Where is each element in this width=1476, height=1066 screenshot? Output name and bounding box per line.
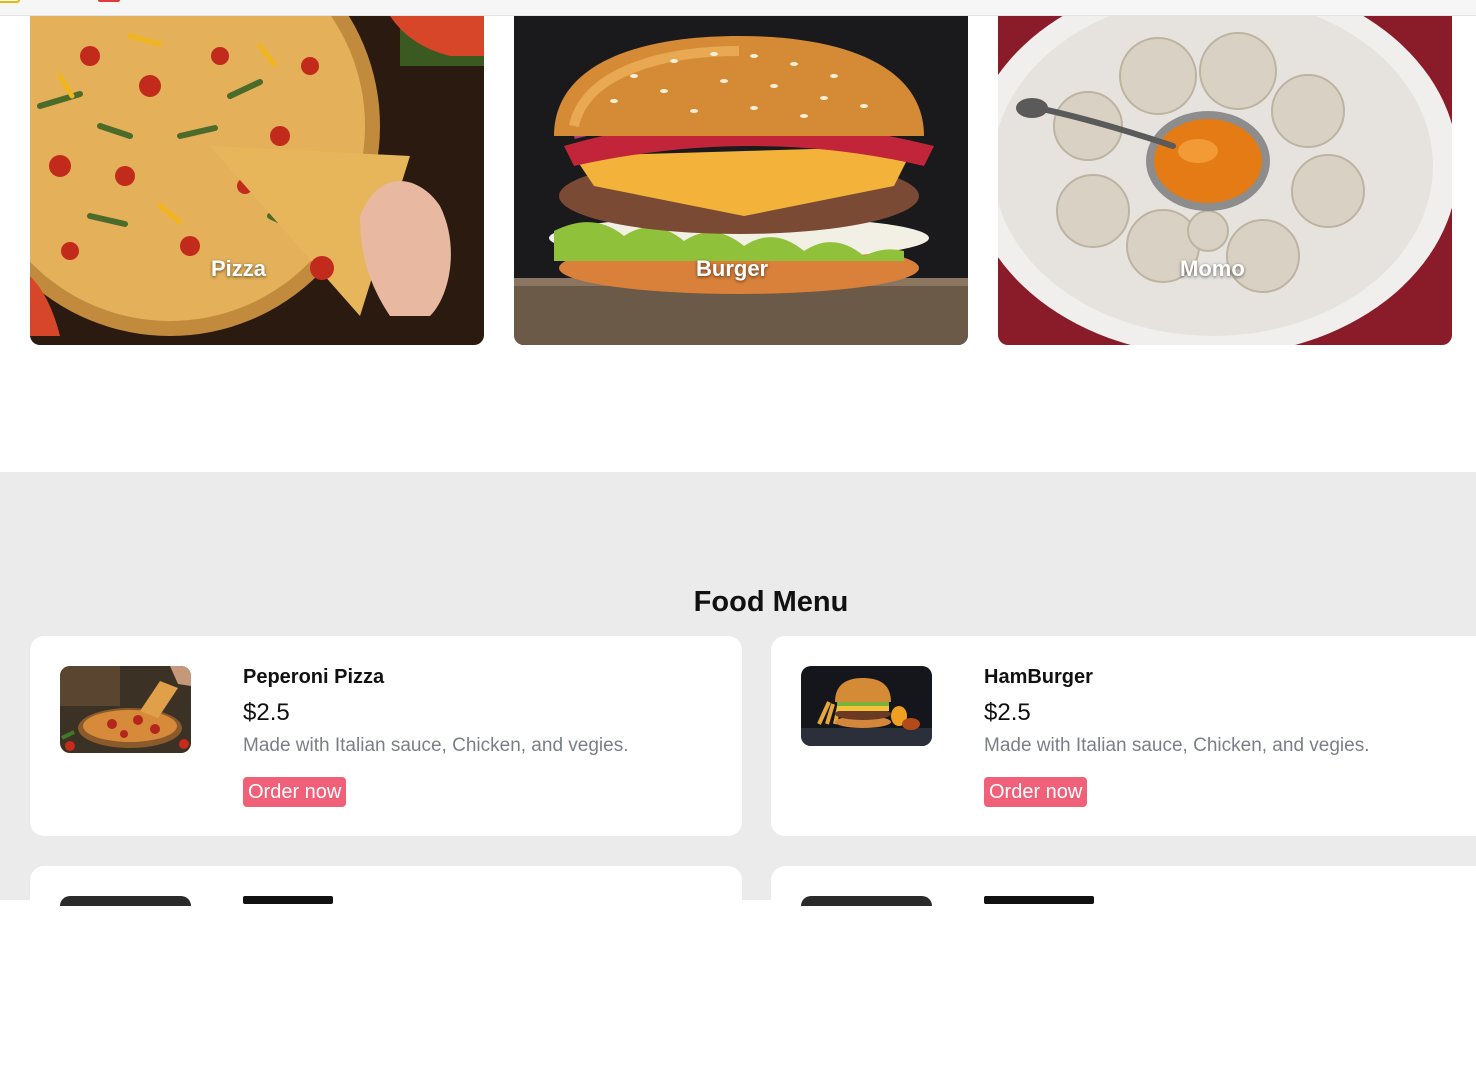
- food-menu-section: Food Menu Peperoni Pizza $2.5 Made with …: [0, 472, 1476, 1066]
- menu-item-description: Made with Italian sauce, Chicken, and ve…: [243, 735, 629, 756]
- category-card-momo[interactable]: Momo: [998, 16, 1452, 345]
- menu-item-name: Peperoni Pizza: [243, 666, 385, 688]
- order-now-button[interactable]: Order now: [243, 777, 347, 807]
- menu-item-name: [984, 896, 1094, 904]
- bookmark-folder-icon[interactable]: [0, 0, 20, 3]
- menu-item-thumbnail: [60, 896, 191, 906]
- menu-card: [30, 866, 742, 1066]
- category-card-pizza[interactable]: Pizza: [30, 16, 484, 345]
- menu-item-name: HamBurger: [984, 666, 1093, 688]
- momo-photo: [998, 16, 1452, 345]
- pizza-photo: [30, 16, 484, 345]
- category-label-burger: Burger: [696, 256, 769, 281]
- menu-card: Peperoni Pizza $2.5 Made with Italian sa…: [30, 636, 742, 836]
- burger-thumbnail: [801, 666, 932, 746]
- menu-item-price: $2.5: [984, 699, 1031, 726]
- category-card-burger[interactable]: Burger: [514, 16, 968, 345]
- menu-item-thumbnail: [801, 896, 932, 906]
- burger-photo: [514, 16, 968, 345]
- bookmark-icon[interactable]: [98, 0, 120, 2]
- menu-item-price: $2.5: [243, 699, 290, 726]
- menu-title: Food Menu: [693, 586, 849, 618]
- menu-item-description: Made with Italian sauce, Chicken, and ve…: [984, 735, 1370, 756]
- menu-card: [771, 866, 1476, 1066]
- category-label-pizza: Pizza: [211, 256, 267, 281]
- category-label-momo: Momo: [1180, 256, 1245, 281]
- pizza-thumbnail: [60, 666, 191, 753]
- menu-card: HamBurger $2.5 Made with Italian sauce, …: [771, 636, 1476, 836]
- menu-item-name: [243, 896, 333, 904]
- order-now-button[interactable]: Order now: [984, 777, 1088, 807]
- category-section: Pizza Burger Momo: [0, 16, 1476, 472]
- browser-bookmarks-bar: [0, 0, 1476, 16]
